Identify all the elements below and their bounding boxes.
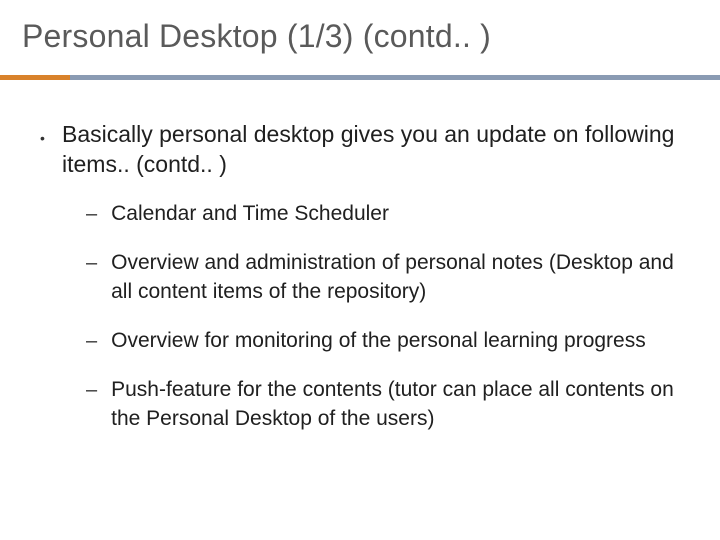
page-title: Personal Desktop (1/3) (contd.. ) — [22, 18, 698, 55]
list-item-text: Calendar and Time Scheduler — [111, 200, 389, 229]
list-item: – Overview for monitoring of the persona… — [86, 327, 686, 356]
slide: Personal Desktop (1/3) (contd.. ) • Basi… — [0, 0, 720, 540]
bullet-dot-icon: • — [40, 119, 46, 180]
list-item: – Overview and administration of persona… — [86, 249, 686, 307]
rule-accent — [0, 75, 70, 80]
dash-icon: – — [86, 376, 97, 434]
list-item-text: Overview for monitoring of the personal … — [111, 327, 646, 356]
sub-list: – Calendar and Time Scheduler – Overview… — [86, 200, 686, 434]
title-rule — [22, 75, 698, 81]
dash-icon: – — [86, 327, 97, 356]
list-item-text: Overview and administration of personal … — [111, 249, 686, 307]
slide-body: • Basically personal desktop gives you a… — [22, 119, 698, 434]
list-item: – Calendar and Time Scheduler — [86, 200, 686, 229]
dash-icon: – — [86, 200, 97, 229]
dash-icon: – — [86, 249, 97, 307]
list-item: – Push-feature for the contents (tutor c… — [86, 376, 686, 434]
bullet-text: Basically personal desktop gives you an … — [62, 119, 686, 180]
bullet-item: • Basically personal desktop gives you a… — [40, 119, 686, 180]
list-item-text: Push-feature for the contents (tutor can… — [111, 376, 686, 434]
rule-gray — [0, 75, 720, 80]
